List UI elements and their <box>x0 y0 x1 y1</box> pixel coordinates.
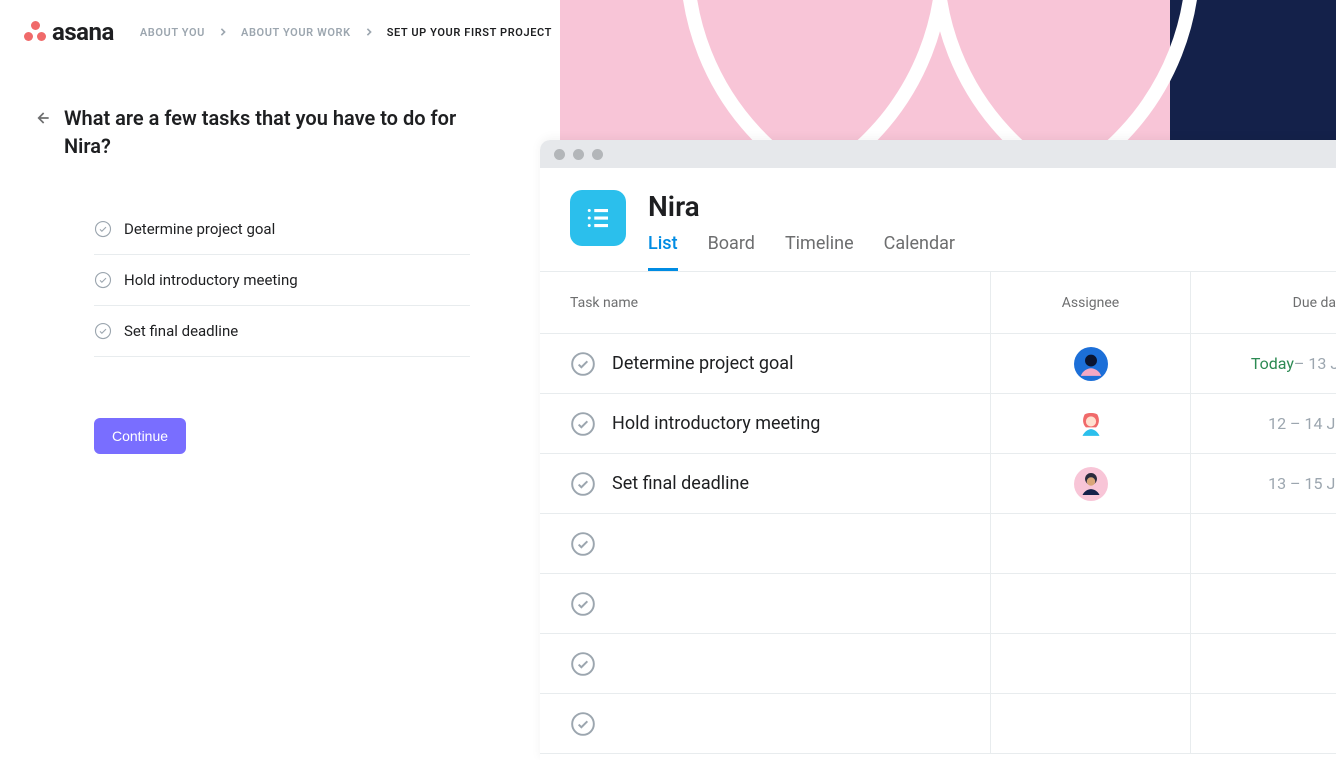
task-input-row[interactable]: Determine project goal <box>94 204 470 255</box>
asana-logo: asana <box>24 18 114 46</box>
back-arrow-icon[interactable] <box>32 108 52 128</box>
tab-timeline[interactable]: Timeline <box>785 233 854 271</box>
check-circle-icon[interactable] <box>570 711 596 737</box>
task-input-row[interactable]: Set final deadline <box>94 306 470 357</box>
check-circle-icon <box>94 322 112 340</box>
check-circle-icon[interactable] <box>570 411 596 437</box>
check-circle-icon[interactable] <box>570 351 596 377</box>
task-name: Hold introductory meeting <box>612 413 820 434</box>
chevron-right-icon <box>365 26 373 39</box>
task-row-empty[interactable] <box>540 514 1336 574</box>
task-row-empty[interactable] <box>540 694 1336 754</box>
due-date: Today – 13 Ju <box>1190 334 1336 393</box>
task-row-empty[interactable] <box>540 634 1336 694</box>
assignee-avatar[interactable] <box>1074 407 1108 441</box>
task-input-value: Set final deadline <box>124 322 238 340</box>
traffic-light-dot <box>592 149 603 160</box>
traffic-light-dot <box>554 149 565 160</box>
task-input-value: Hold introductory meeting <box>124 271 298 289</box>
column-header-task: Task name <box>540 295 990 311</box>
task-name: Set final deadline <box>612 473 749 494</box>
asana-logo-icon <box>24 21 46 43</box>
traffic-light-dot <box>573 149 584 160</box>
assignee-avatar[interactable] <box>1074 467 1108 501</box>
due-date: 12 – 14 Jul <box>1190 394 1336 453</box>
column-header-due: Due date <box>1190 272 1336 333</box>
asana-logo-text: asana <box>52 18 114 46</box>
check-circle-icon[interactable] <box>570 471 596 497</box>
project-title: Nira <box>648 190 955 223</box>
task-input-row[interactable]: Hold introductory meeting <box>94 255 470 306</box>
breadcrumb: ABOUT YOU ABOUT YOUR WORK SET UP YOUR FI… <box>140 26 552 39</box>
breadcrumb-step-3[interactable]: SET UP YOUR FIRST PROJECT <box>387 26 552 39</box>
check-circle-icon <box>94 220 112 238</box>
task-row[interactable]: Hold introductory meeting 12 – 14 Jul <box>540 394 1336 454</box>
task-row[interactable]: Determine project goal Today – 13 Ju <box>540 334 1336 394</box>
list-column-headers: Task name Assignee Due date <box>540 272 1336 334</box>
task-row-empty[interactable] <box>540 574 1336 634</box>
column-header-assignee: Assignee <box>990 272 1190 333</box>
task-row[interactable]: Set final deadline 13 – 15 Jul <box>540 454 1336 514</box>
breadcrumb-step-2[interactable]: ABOUT YOUR WORK <box>241 26 351 39</box>
check-circle-icon[interactable] <box>570 651 596 677</box>
project-preview-window: Nira List Board Timeline Calendar Task n… <box>540 140 1336 760</box>
tab-calendar[interactable]: Calendar <box>884 233 955 271</box>
tab-list[interactable]: List <box>648 233 678 271</box>
project-list-icon <box>570 190 626 246</box>
check-circle-icon[interactable] <box>570 531 596 557</box>
check-circle-icon[interactable] <box>570 591 596 617</box>
task-input-list: Determine project goal Hold introductory… <box>94 204 470 357</box>
view-tabs: List Board Timeline Calendar <box>648 233 955 271</box>
continue-button[interactable]: Continue <box>94 418 186 454</box>
due-date: 13 – 15 Jul <box>1190 454 1336 513</box>
decorative-background <box>560 0 1336 140</box>
chevron-right-icon <box>219 26 227 39</box>
task-name: Determine project goal <box>612 353 793 374</box>
task-list: Determine project goalToday – 13 JuHold … <box>540 334 1336 754</box>
tab-board[interactable]: Board <box>708 233 755 271</box>
check-circle-icon <box>94 271 112 289</box>
onboarding-question: What are a few tasks that you have to do… <box>64 104 484 160</box>
breadcrumb-step-1[interactable]: ABOUT YOU <box>140 26 205 39</box>
task-input-value: Determine project goal <box>124 220 275 238</box>
assignee-avatar[interactable] <box>1074 347 1108 381</box>
window-chrome <box>540 140 1336 168</box>
